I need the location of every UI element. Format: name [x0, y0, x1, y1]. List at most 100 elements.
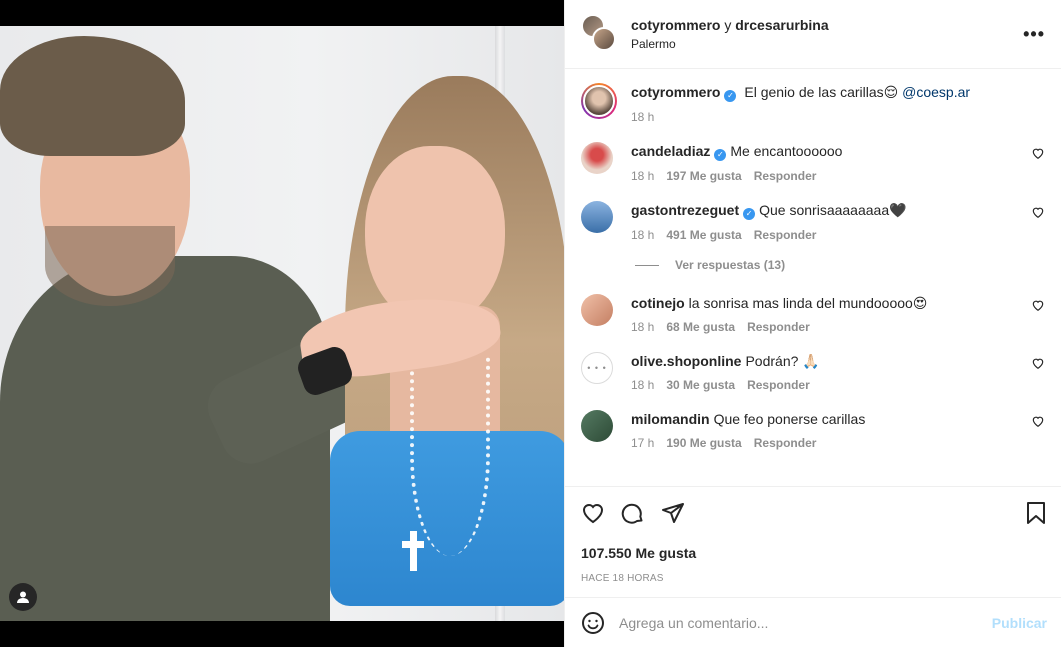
comment-text-line: gastontrezeguet ✓ Que sonrisaaaaaaaa🖤 [631, 201, 1045, 220]
commenter-avatar[interactable] [581, 294, 613, 326]
comment-text: Que sonrisaaaaaaaa🖤 [759, 202, 907, 218]
comment-likes[interactable]: 190 Me gusta [666, 436, 741, 450]
caption-mention[interactable]: @coesp.ar [902, 84, 970, 100]
post-header: cotyrommero y drcesarurbina Palermo ••• [565, 0, 1061, 69]
reply-button[interactable]: Responder [747, 378, 810, 392]
add-comment-bar: Publicar [565, 597, 1061, 647]
commenter-avatar[interactable]: • • • [581, 352, 613, 384]
reply-button[interactable]: Responder [754, 436, 817, 450]
comment-time[interactable]: 17 h [631, 436, 654, 450]
comment-body: gastontrezeguet ✓ Que sonrisaaaaaaaa🖤 18 h… [631, 201, 1045, 242]
comment-likes[interactable]: 68 Me gusta [666, 320, 735, 334]
caption: cotyrommero ✓ El genio de las carillas😌 @… [581, 83, 1045, 124]
rosary-necklace [410, 356, 490, 556]
comments-list[interactable]: cotyrommero ✓ El genio de las carillas😌 @… [565, 69, 1061, 486]
comment-text: Me encantoooooo [730, 143, 843, 159]
commenter-avatar[interactable] [581, 410, 613, 442]
tagged-users-icon[interactable] [9, 583, 37, 611]
commenter-avatar[interactable] [581, 142, 613, 174]
replies-divider [635, 264, 659, 266]
like-comment-heart-icon[interactable] [1031, 205, 1045, 219]
comment-item: candeladiaz ✓ Me encantoooooo 18 h 197 Me g… [581, 142, 1045, 183]
comment-item: milomandin Que feo ponerse carillas 17 h1… [581, 410, 1045, 450]
post-actions: 107.550 Me gusta HACE 18 HORAS [565, 486, 1061, 597]
comment-body: olive.shoponline Podrán? 🙏🏻 18 h 30 Me gus… [631, 352, 1045, 392]
comment-time[interactable]: 18 h [631, 378, 654, 392]
comment-meta: 18 h 30 Me gusta Responder [631, 378, 1045, 392]
man-beard [45, 226, 175, 306]
comment-text-line: candeladiaz ✓ Me encantoooooo [631, 142, 1045, 161]
story-ring-avatar[interactable] [581, 83, 617, 119]
view-replies-button[interactable]: Ver respuestas (13) [635, 258, 1045, 272]
caption-time[interactable]: 18 h [631, 110, 654, 124]
action-icons [581, 501, 1045, 527]
like-heart-icon[interactable] [581, 501, 605, 525]
caption-text: El genio de las carillas😌 [744, 84, 899, 100]
comment-username[interactable]: cotinejo [631, 295, 685, 311]
avatar [592, 27, 616, 51]
share-paper-plane-icon[interactable] [661, 501, 685, 525]
comment-username[interactable]: candeladiaz [631, 143, 710, 159]
comment-item: cotinejo la sonrisa mas linda del mundooo… [581, 294, 1045, 334]
verified-badge-icon: ✓ [743, 208, 756, 220]
comment-item: • • • olive.shoponline Podrán? 🙏🏻 18 h 30 … [581, 352, 1045, 392]
caption-body: cotyrommero ✓ El genio de las carillas😌 @… [631, 83, 1045, 124]
comment-body: candeladiaz ✓ Me encantoooooo 18 h 197 Me g… [631, 142, 1045, 183]
more-options-icon[interactable]: ••• [1023, 24, 1045, 45]
comment-time[interactable]: 18 h [631, 320, 654, 334]
reply-button[interactable]: Responder [754, 169, 817, 183]
likes-count[interactable]: 107.550 Me gusta [581, 545, 1045, 561]
comment-text: Podrán? 🙏🏻 [745, 353, 820, 369]
like-comment-heart-icon[interactable] [1031, 414, 1045, 428]
cross-pendant [402, 531, 424, 571]
like-comment-heart-icon[interactable] [1031, 298, 1045, 312]
header-user-1[interactable]: cotyrommero [631, 17, 720, 33]
verified-badge-icon: ✓ [714, 149, 727, 161]
comment-meta: 17 h 190 Me gusta Responder [631, 436, 1045, 450]
like-comment-heart-icon[interactable] [1031, 146, 1045, 160]
comment-username[interactable]: gastontrezeguet [631, 202, 739, 218]
emoji-icon[interactable] [581, 611, 605, 635]
post-panel: cotyrommero y drcesarurbina Palermo ••• … [564, 0, 1061, 647]
comment-text: la sonrisa mas linda del mundooooo😍 [688, 295, 928, 311]
header-conjunction: y [724, 17, 732, 33]
header-text: cotyrommero y drcesarurbina Palermo [631, 17, 829, 51]
comment-time[interactable]: 18 h [631, 169, 654, 183]
instagram-post-modal: cotyrommero y drcesarurbina Palermo ••• … [0, 0, 1061, 647]
reply-button[interactable]: Responder [747, 320, 810, 334]
comment-item: gastontrezeguet ✓ Que sonrisaaaaaaaa🖤 18 h… [581, 201, 1045, 242]
comment-text-line: milomandin Que feo ponerse carillas [631, 410, 1045, 428]
publish-button[interactable]: Publicar [992, 615, 1047, 631]
caption-text-line: cotyrommero ✓ El genio de las carillas😌 @… [631, 83, 1045, 102]
comment-time[interactable]: 18 h [631, 228, 654, 242]
verified-badge-icon: ✓ [724, 90, 737, 102]
collab-avatars[interactable] [581, 14, 621, 54]
comment-likes[interactable]: 491 Me gusta [666, 228, 741, 242]
comment-text-line: cotinejo la sonrisa mas linda del mundooo… [631, 294, 1045, 312]
comment-likes[interactable]: 197 Me gusta [666, 169, 741, 183]
comment-likes[interactable]: 30 Me gusta [666, 378, 735, 392]
comment-body: cotinejo la sonrisa mas linda del mundooo… [631, 294, 1045, 334]
header-user-2[interactable]: drcesarurbina [735, 17, 828, 33]
comment-text: Que feo ponerse carillas [713, 411, 866, 427]
view-replies-label: Ver respuestas (13) [675, 258, 786, 272]
comment-meta: 18 h 197 Me gusta Responder [631, 169, 1045, 183]
header-usernames: cotyrommero y drcesarurbina [631, 17, 829, 33]
comment-bubble-icon[interactable] [621, 501, 645, 525]
post-timestamp[interactable]: HACE 18 HORAS [581, 573, 1045, 584]
reply-button[interactable]: Responder [754, 228, 817, 242]
post-photo[interactable] [0, 26, 564, 621]
save-bookmark-icon[interactable] [1025, 501, 1047, 525]
post-media [0, 0, 564, 647]
location-link[interactable]: Palermo [631, 37, 829, 51]
comment-input[interactable] [619, 614, 992, 631]
like-comment-heart-icon[interactable] [1031, 356, 1045, 370]
comment-meta: 18 h 68 Me gusta Responder [631, 320, 1045, 334]
comment-body: milomandin Que feo ponerse carillas 17 h1… [631, 410, 1045, 450]
comment-meta: 18 h 491 Me gusta Responder [631, 228, 1045, 242]
commenter-avatar[interactable] [581, 201, 613, 233]
caption-username[interactable]: cotyrommero [631, 84, 720, 100]
comment-username[interactable]: olive.shoponline [631, 353, 741, 369]
caption-meta: 18 h [631, 110, 1045, 124]
comment-username[interactable]: milomandin [631, 411, 710, 427]
